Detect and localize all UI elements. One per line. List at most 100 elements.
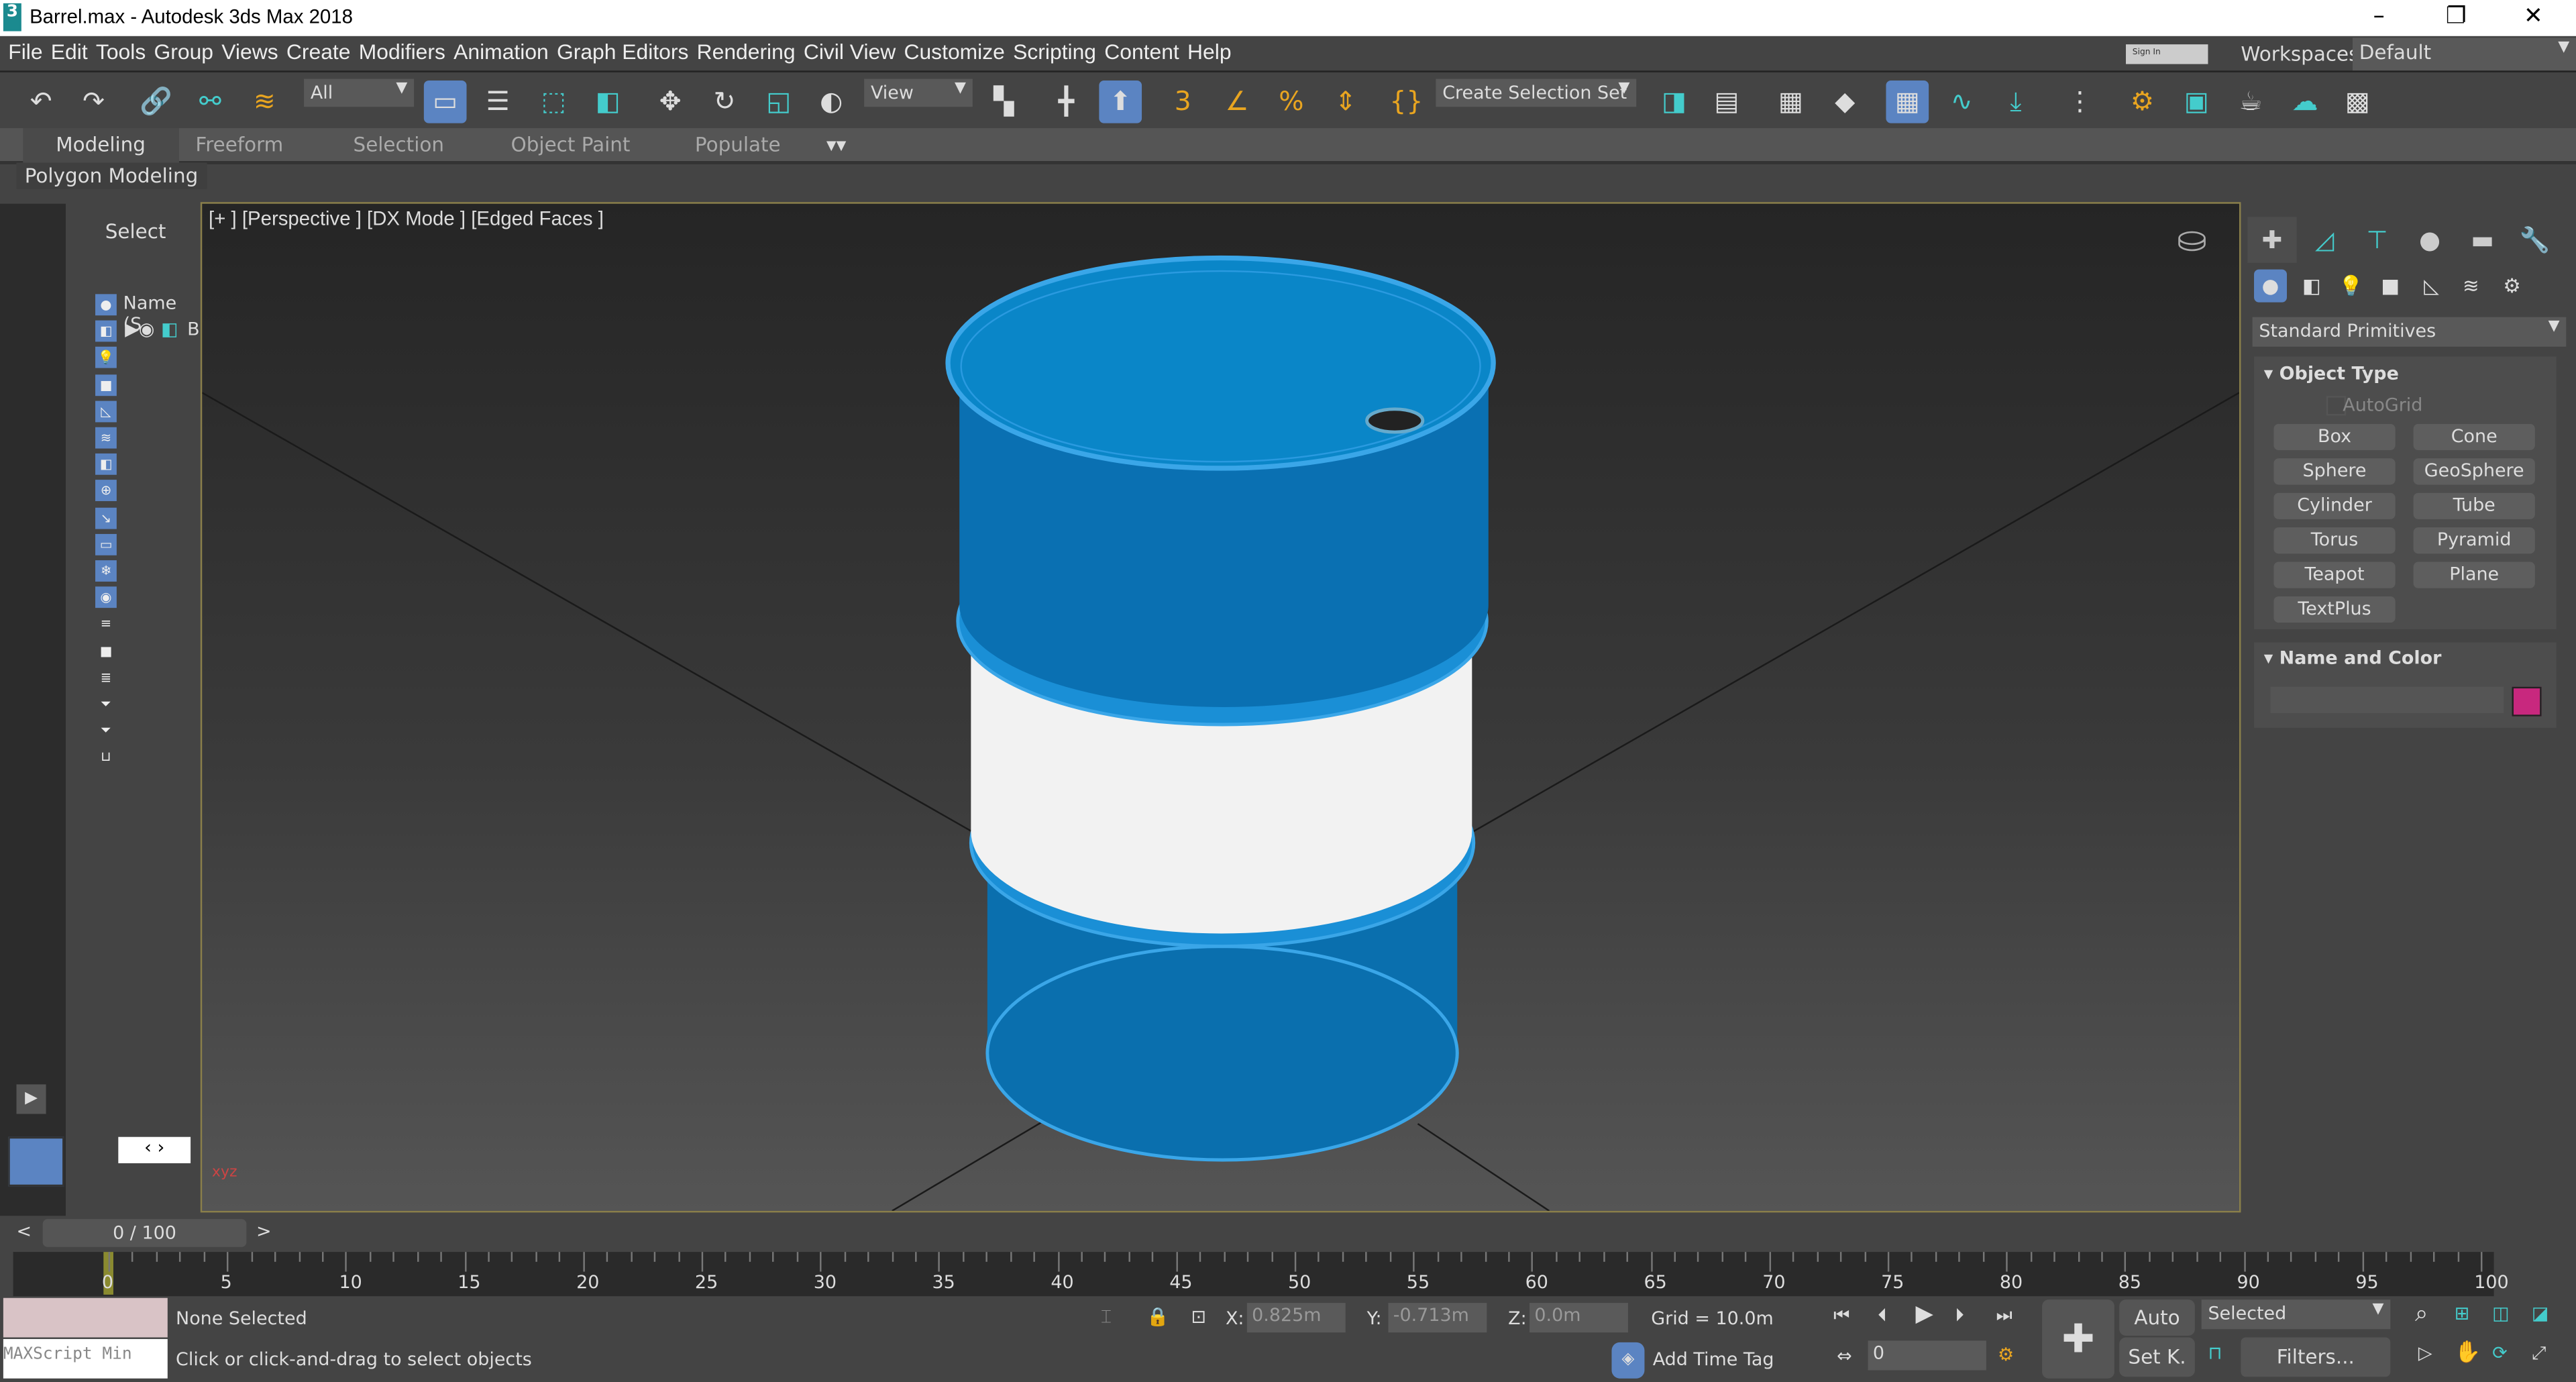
create-tab-icon[interactable]: ✚ <box>2247 217 2297 263</box>
helpers-category-icon[interactable]: ◺ <box>2415 270 2448 303</box>
layer-filter-icon[interactable]: ⊔ <box>95 747 117 768</box>
selection-set-dropdown[interactable]: Create Selection Set ▼ <box>1436 78 1637 107</box>
object-name-input[interactable] <box>2270 686 2504 713</box>
containers-filter-icon[interactable]: ▭ <box>95 533 117 555</box>
cameras-filter-icon[interactable]: ■ <box>95 374 117 396</box>
utilities-tab-icon[interactable]: 🔧 <box>2510 217 2559 263</box>
perspective-viewport[interactable]: [+ ] [Perspective ] [DX Mode ] [Edged Fa… <box>200 202 2241 1213</box>
select-by-name-icon[interactable]: ☰ <box>476 81 519 123</box>
add-time-tag-button[interactable]: Add Time Tag <box>1653 1349 1774 1371</box>
move-icon[interactable]: ✥ <box>649 81 692 123</box>
menu-group[interactable]: Group <box>146 36 214 64</box>
spinner-snap-icon[interactable]: ⇕ <box>1324 81 1367 123</box>
auto-key-button[interactable]: Auto <box>2119 1299 2195 1336</box>
geometry-filter-icon[interactable]: ● <box>95 294 117 316</box>
hidden-filter-icon[interactable]: ◉ <box>95 586 117 608</box>
eye-icon[interactable]: ▶◉ <box>125 319 154 340</box>
category-dropdown[interactable]: Standard Primitives ▼ <box>2252 317 2567 347</box>
display-all-filter-icon[interactable]: ≡ <box>95 613 117 635</box>
keyboard-shortcut-icon[interactable]: ⬆ <box>1099 81 1142 123</box>
viewport-layout-icon[interactable] <box>8 1136 64 1187</box>
lock-icon[interactable]: 🔒 <box>1146 1306 1169 1328</box>
play-expand-icon[interactable]: ▶ <box>16 1084 46 1114</box>
absolute-mode-icon[interactable]: ⊡ <box>1191 1306 1207 1328</box>
link-icon[interactable]: 🔗 <box>135 81 178 123</box>
field-of-view-icon[interactable]: ▷ <box>2418 1342 2432 1364</box>
zoom-extents-icon[interactable]: ◫ <box>2492 1303 2509 1324</box>
angle-snap-icon[interactable]: ∠ <box>1216 81 1258 123</box>
manipulate-icon[interactable]: ╋ <box>1045 81 1088 123</box>
menu-help[interactable]: Help <box>1179 36 1232 64</box>
goto-end-icon[interactable]: ⏭ <box>1996 1305 2012 1328</box>
filter-settings-filter-icon[interactable]: ⏷ <box>95 693 117 714</box>
render-setup-icon[interactable]: ⚙ <box>2121 81 2164 123</box>
menu-views[interactable]: Views <box>213 36 278 64</box>
object-type-title[interactable]: ▾ Object Type <box>2264 363 2399 384</box>
default-tangent-icon[interactable]: ⊓ <box>2208 1342 2222 1364</box>
time-slider-thumb[interactable]: 0 / 100 <box>42 1219 247 1247</box>
percent-snap-icon[interactable]: % <box>1270 81 1313 123</box>
lights-filter-icon[interactable]: 💡 <box>95 347 117 369</box>
teapot-button[interactable]: Teapot <box>2273 562 2396 588</box>
shapes-filter-icon[interactable]: ◧ <box>95 321 117 342</box>
menu-animation[interactable]: Animation <box>445 36 549 64</box>
curve-editor-icon[interactable]: ∿ <box>1940 81 1983 123</box>
viewcube-icon[interactable]: ⛀ <box>2177 220 2207 261</box>
workspace-dropdown[interactable]: Default ▼ <box>2352 38 2576 71</box>
orbit-icon[interactable]: ⟳ <box>2492 1342 2508 1364</box>
layer-explorer-icon[interactable]: ▦ <box>1770 81 1813 123</box>
plane-button[interactable]: Plane <box>2413 562 2535 588</box>
select-object-icon[interactable]: ▭ <box>423 81 467 123</box>
shapes-category-icon[interactable]: ◧ <box>2295 270 2328 303</box>
pyramid-button[interactable]: Pyramid <box>2413 527 2535 554</box>
zoom-extents-all-icon[interactable]: ◪ <box>2532 1303 2548 1324</box>
torus-button[interactable]: Torus <box>2273 527 2396 554</box>
menu-edit[interactable]: Edit <box>43 36 88 64</box>
cone-button[interactable]: Cone <box>2413 423 2535 451</box>
scene-explorer-icon[interactable]: ▦ <box>1886 81 1929 123</box>
time-next-button[interactable]: > <box>256 1221 272 1242</box>
textplus-button[interactable]: TextPlus <box>2273 596 2396 623</box>
display-none-filter-icon[interactable]: ■ <box>95 640 117 661</box>
invert-filter-icon[interactable]: ≣ <box>95 667 117 688</box>
tab-modeling[interactable]: Modeling <box>23 128 178 166</box>
menu-customize[interactable]: Customize <box>896 36 1004 64</box>
tab-populate[interactable]: Populate <box>695 133 781 156</box>
key-filter-dropdown[interactable]: Selected ▼ <box>2201 1299 2391 1330</box>
set-key-button[interactable]: Set K. <box>2119 1337 2195 1377</box>
x-coordinate-field[interactable]: 0.825m <box>1246 1303 1346 1333</box>
menu-scripting[interactable]: Scripting <box>1005 36 1096 64</box>
mirror-icon[interactable]: ◨ <box>1653 81 1696 123</box>
object-color-swatch[interactable] <box>2512 686 2542 716</box>
helpers-filter-icon[interactable]: ◺ <box>95 401 117 422</box>
motion-tab-icon[interactable]: ● <box>2405 217 2454 263</box>
play-icon[interactable]: ▶ <box>1916 1301 1933 1328</box>
time-prev-button[interactable]: < <box>16 1221 32 1242</box>
lights-category-icon[interactable]: 💡 <box>2334 270 2367 303</box>
modify-tab-icon[interactable]: ◿ <box>2300 217 2349 263</box>
rendered-frame-icon[interactable]: ▣ <box>2175 81 2218 123</box>
frozen-filter-icon[interactable]: ❄ <box>95 560 117 582</box>
filters-button[interactable]: Filters... <box>2241 1337 2391 1377</box>
restore-button[interactable]: ❐ <box>2423 3 2489 30</box>
box-button[interactable]: Box <box>2273 423 2396 451</box>
tab-object-paint[interactable]: Object Paint <box>511 133 631 156</box>
menu-modifiers[interactable]: Modifiers <box>350 36 445 64</box>
space-warps-category-icon[interactable]: ≋ <box>2455 270 2487 303</box>
timeline-track[interactable]: 0 5 10 15 20 25 30 35 40 45 50 55 60 65 70 75 80 85 90 95 10… <box>13 1252 2509 1297</box>
bind-space-warp-icon[interactable]: ≋ <box>243 81 286 123</box>
name-color-title[interactable]: ▾ Name and Color <box>2264 647 2442 669</box>
scroll-arrows[interactable]: ‹ › <box>118 1136 191 1163</box>
schematic-view-icon[interactable]: ⋮ <box>2059 81 2102 123</box>
systems-category-icon[interactable]: ⚙ <box>2496 270 2528 303</box>
next-frame-icon[interactable]: ⏵ <box>1955 1305 1964 1328</box>
filter-filter-icon[interactable]: ⏷ <box>95 720 117 741</box>
set-key-big-button[interactable]: ✚ <box>2042 1299 2114 1379</box>
cylinder-button[interactable]: Cylinder <box>2273 492 2396 519</box>
undo-icon[interactable]: ↶ <box>19 81 62 123</box>
unlink-icon[interactable]: ⚯ <box>189 81 232 123</box>
placement-icon[interactable]: ◐ <box>810 81 853 123</box>
xrefs-filter-icon[interactable]: ⊕ <box>95 480 117 502</box>
render-cloud-icon[interactable]: ☁ <box>2284 81 2326 123</box>
scene-row-barrel[interactable]: B <box>187 319 199 340</box>
